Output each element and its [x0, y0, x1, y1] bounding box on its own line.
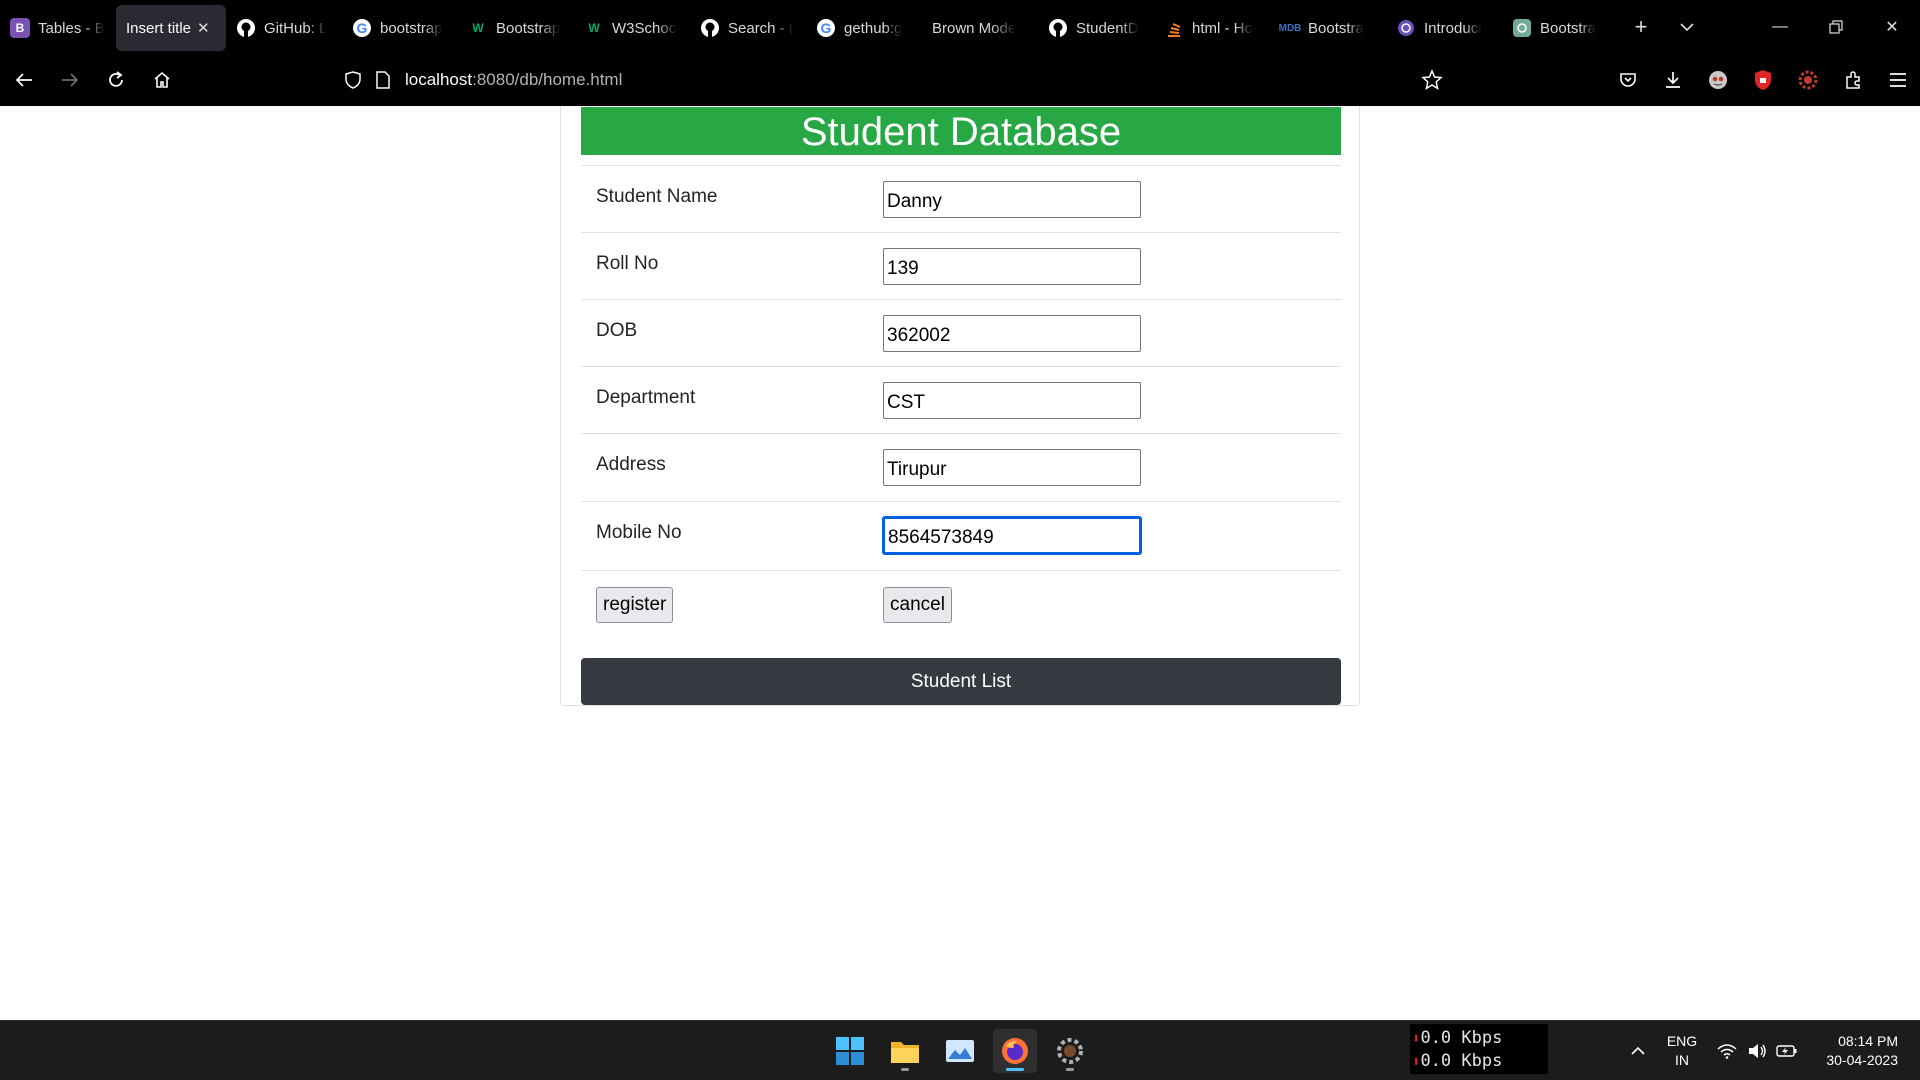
close-tab-icon[interactable]: ✕	[197, 19, 210, 37]
tab[interactable]: Gbootstrap	[342, 5, 458, 51]
roll-no-input[interactable]	[883, 248, 1141, 285]
page-content: Student Database Student Name Roll No DO…	[0, 106, 1920, 1020]
github-icon	[1048, 18, 1068, 38]
google-icon: G	[816, 18, 836, 38]
settings-app-icon[interactable]	[1048, 1029, 1092, 1073]
form-actions-row: register cancel	[581, 570, 1341, 630]
github-icon	[236, 18, 256, 38]
input-language-indicator[interactable]: ENG IN	[1660, 1021, 1704, 1080]
taskbar: ⬇0.0 Kbps ⬆0.0 Kbps ENG IN 08:14 PM 30-0…	[0, 1020, 1920, 1080]
window-controls: — ✕	[1752, 0, 1920, 54]
w-icon: W	[588, 21, 600, 35]
dob-label: DOB	[596, 320, 638, 341]
tab[interactable]: B Tables - B	[0, 5, 116, 51]
tab[interactable]: GitHub: L	[226, 5, 342, 51]
mdb-icon: MDB	[1278, 22, 1302, 34]
extensions-icon[interactable]	[1830, 58, 1875, 102]
photos-app-icon[interactable]	[938, 1029, 982, 1073]
stack-icon	[1164, 18, 1184, 38]
student-name-label: Student Name	[596, 186, 718, 207]
svg-text:G: G	[357, 20, 368, 36]
form-row-roll-no: Roll No	[581, 232, 1341, 299]
tab[interactable]: Brown Mode	[922, 5, 1038, 51]
student-list-button[interactable]: Student List	[581, 658, 1341, 705]
tab[interactable]: Bootstra	[1502, 5, 1618, 51]
show-hidden-icons-chevron-icon[interactable]	[1622, 1021, 1654, 1080]
toolbar-right	[1605, 54, 1920, 106]
downloads-icon[interactable]	[1650, 58, 1695, 102]
net-down-value: 0.0 Kbps	[1420, 1028, 1503, 1048]
reload-icon[interactable]	[94, 58, 138, 102]
openai-icon	[1512, 18, 1532, 38]
list-all-tabs-icon[interactable]	[1664, 4, 1710, 50]
w-icon: W	[472, 21, 484, 35]
windows-start-icon[interactable]	[828, 1029, 872, 1073]
openai-icon	[1396, 18, 1416, 38]
firefox-icon[interactable]	[993, 1029, 1037, 1073]
file-explorer-icon[interactable]	[883, 1029, 927, 1073]
tab[interactable]: W Bootstrap	[458, 5, 574, 51]
form-row-department: Department	[581, 366, 1341, 433]
svg-text:G: G	[821, 20, 832, 36]
net-up-value: 0.0 Kbps	[1420, 1051, 1503, 1071]
url-text: localhost:8080/db/home.html	[405, 70, 623, 89]
tab[interactable]: W W3Schoo	[574, 5, 690, 51]
tab[interactable]: Ggethub:g	[806, 5, 922, 51]
page-info-icon[interactable]	[375, 70, 391, 90]
form-row-mobile-no: Mobile No	[581, 501, 1341, 568]
github-icon	[700, 18, 720, 38]
account-avatar-icon[interactable]	[1695, 58, 1740, 102]
menu-hamburger-icon[interactable]	[1875, 58, 1920, 102]
url-bar[interactable]: localhost:8080/db/home.html	[335, 60, 1451, 100]
form-card: Student Database Student Name Roll No DO…	[560, 106, 1360, 706]
bookmark-star-icon[interactable]	[1421, 69, 1443, 91]
tab[interactable]: Introduci	[1386, 5, 1502, 51]
department-label: Department	[596, 387, 696, 408]
form-row-dob: DOB	[581, 299, 1341, 366]
wifi-icon[interactable]	[1712, 1021, 1742, 1080]
new-tab-icon[interactable]: +	[1618, 4, 1664, 50]
tab[interactable]: StudentD	[1038, 5, 1154, 51]
system-clock[interactable]: 08:14 PM 30-04-2023	[1805, 1021, 1915, 1080]
page-title: Student Database	[581, 107, 1341, 155]
cancel-button[interactable]: cancel	[883, 587, 952, 623]
restore-icon[interactable]	[1808, 0, 1864, 54]
forward-icon[interactable]	[48, 58, 92, 102]
battery-charging-icon[interactable]	[1772, 1021, 1802, 1080]
navigation-bar: localhost:8080/db/home.html	[0, 54, 1920, 106]
register-button[interactable]: register	[596, 587, 674, 623]
tab-strip: B Tables - B Insert title ✕ GitHub: L Gboo…	[0, 0, 1920, 54]
home-icon[interactable]	[140, 58, 184, 102]
form-row-student-name: Student Name	[581, 165, 1341, 232]
settings-gear-extension-icon[interactable]	[1785, 58, 1830, 102]
tracking-protection-shield-icon[interactable]	[343, 70, 363, 90]
mobile-no-input[interactable]	[883, 517, 1141, 554]
dob-input[interactable]	[883, 315, 1141, 352]
pocket-icon[interactable]	[1605, 58, 1650, 102]
back-icon[interactable]	[2, 58, 46, 102]
network-speed-monitor: ⬇0.0 Kbps ⬆0.0 Kbps	[1410, 1024, 1548, 1074]
address-label: Address	[596, 454, 666, 475]
minimize-icon[interactable]: —	[1752, 0, 1808, 54]
mobile-no-label: Mobile No	[596, 522, 682, 543]
form-row-address: Address	[581, 433, 1341, 500]
roll-no-label: Roll No	[596, 253, 659, 274]
ublock-extension-icon[interactable]	[1740, 58, 1785, 102]
bootstrap-icon: B	[10, 18, 30, 38]
tab[interactable]: MDB Bootstra	[1270, 5, 1386, 51]
close-window-icon[interactable]: ✕	[1864, 0, 1920, 54]
tab-active[interactable]: Insert title ✕	[116, 5, 226, 51]
student-name-input[interactable]	[883, 181, 1141, 218]
department-input[interactable]	[883, 382, 1141, 419]
tab[interactable]: html - Ho	[1154, 5, 1270, 51]
tab[interactable]: Search - (	[690, 5, 806, 51]
google-icon: G	[352, 18, 372, 38]
address-input[interactable]	[883, 449, 1141, 486]
volume-icon[interactable]	[1742, 1021, 1772, 1080]
